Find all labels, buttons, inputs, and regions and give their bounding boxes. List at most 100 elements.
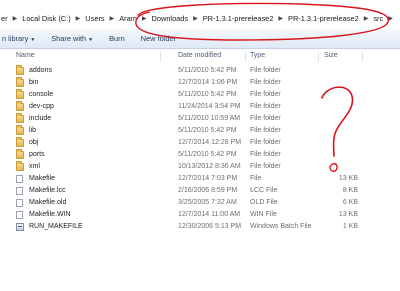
file-name: include [29, 115, 52, 122]
folder-icon [16, 113, 24, 123]
file-date: 2/16/2006 8:59 PM [178, 187, 238, 194]
breadcrumb-item[interactable]: Users [84, 14, 105, 23]
file-date: 12/30/2006 5:13 PM [178, 223, 242, 230]
file-date: 5/11/2010 5:42 PM [178, 127, 237, 134]
command-toolbar: n library ▼ Share with ▼ Burn New folder [0, 29, 400, 49]
chevron-right-icon[interactable]: ▶ [106, 15, 119, 22]
file-row[interactable]: Makefile.old 3/25/2005 7:32 AM OLD File … [0, 198, 400, 209]
file-date: 5/11/2010 10:59 AM [178, 115, 241, 122]
burn-button[interactable]: Burn [109, 34, 125, 43]
file-type: File folder [250, 163, 281, 170]
file-name: addons [29, 67, 52, 74]
column-divider[interactable] [318, 52, 319, 62]
breadcrumb-item[interactable]: Downloads [151, 14, 190, 23]
file-icon [16, 199, 23, 207]
file-size: 13 KB [338, 175, 358, 182]
file-name: Makefile.WIN [29, 211, 71, 218]
column-header-size[interactable]: Size [324, 52, 338, 59]
breadcrumb-item[interactable]: Local Disk (C:) [21, 14, 71, 23]
file-type: WIN File [250, 211, 277, 218]
folder-icon [16, 101, 24, 111]
file-row[interactable]: Makefile.WIN 12/7/2014 11:00 AM WIN File… [0, 210, 400, 221]
file-date: 11/24/2014 3:54 PM [178, 103, 241, 110]
file-type: OLD File [250, 199, 278, 206]
column-divider[interactable] [245, 52, 246, 62]
chevron-right-icon[interactable]: ▶ [72, 15, 85, 22]
share-with-button[interactable]: Share with ▼ [51, 34, 93, 43]
file-type: File folder [250, 67, 281, 74]
folder-icon [16, 149, 24, 159]
file-date: 5/11/2010 5:42 PM [178, 91, 237, 98]
file-name: bin [29, 79, 39, 86]
chevron-down-icon: ▼ [88, 37, 94, 43]
file-date: 12/7/2014 11:00 AM [178, 211, 241, 218]
file-row[interactable]: obj 12/7/2014 12:28 PM File folder [0, 137, 400, 149]
file-row[interactable]: Makefile.lcc 2/16/2006 8:59 PM LCC File … [0, 186, 400, 197]
breadcrumb-item[interactable]: PR-1.3.1-prerelease2 [202, 14, 275, 23]
folder-icon [16, 161, 24, 171]
file-row[interactable]: ports 5/11/2010 5:42 PM File folder [0, 149, 400, 161]
file-type: LCC File [250, 187, 278, 194]
file-size: 8 KB [342, 187, 358, 194]
file-type: File folder [250, 91, 281, 98]
file-row[interactable]: include 5/11/2010 10:59 AM File folder [0, 113, 400, 125]
column-header-row: Name Date modified Type Size [0, 52, 400, 63]
file-type: File folder [250, 103, 281, 110]
chevron-right-icon[interactable]: ▶ [189, 15, 202, 22]
file-type: File folder [250, 115, 281, 122]
chevron-down-icon: ▼ [30, 37, 36, 43]
file-row[interactable]: bin 12/7/2014 1:06 PM File folder [0, 77, 400, 89]
include-in-library-button[interactable]: n library ▼ [2, 34, 35, 43]
chevron-right-icon[interactable]: ▶ [384, 15, 397, 22]
folder-icon [16, 125, 24, 135]
breadcrumb-item[interactable]: er [0, 14, 9, 23]
column-header-date-modified[interactable]: Date modified [178, 52, 221, 59]
breadcrumb-item[interactable]: Aram [118, 14, 138, 23]
breadcrumb-item[interactable]: PR-1.3.1-prerelease2 [287, 14, 360, 23]
file-icon [16, 211, 23, 219]
file-row[interactable]: lib 5/11/2010 5:42 PM File folder [0, 125, 400, 137]
share-label: Share with [51, 34, 87, 43]
breadcrumb: er ▶ Local Disk (C:) ▶ Users ▶ Aram ▶ Do… [0, 12, 397, 24]
file-size: 13 KB [338, 211, 358, 218]
file-date: 10/13/2012 8:36 AM [178, 163, 241, 170]
chevron-right-icon[interactable]: ▶ [138, 15, 151, 22]
chevron-right-icon[interactable]: ▶ [274, 15, 287, 22]
file-date: 12/7/2014 7:03 PM [178, 175, 238, 182]
file-type: File folder [250, 139, 281, 146]
file-row[interactable]: Makefile 12/7/2014 7:03 PM File 13 KB [0, 174, 400, 185]
folder-icon [16, 89, 24, 99]
file-name: Makefile [29, 175, 56, 182]
file-name: ports [29, 151, 45, 158]
file-name: obj [29, 139, 39, 146]
column-divider[interactable] [160, 52, 161, 62]
file-name: Makefile.old [29, 199, 67, 206]
file-date: 5/11/2010 5:42 PM [178, 151, 237, 158]
file-name: RUN_MAKEFILE [29, 223, 83, 230]
file-name: Makefile.lcc [29, 187, 66, 194]
file-date: 5/11/2010 5:42 PM [178, 67, 237, 74]
chevron-right-icon[interactable]: ▶ [360, 15, 373, 22]
file-row[interactable]: addons 5/11/2010 5:42 PM File folder [0, 65, 400, 77]
chevron-right-icon[interactable]: ▶ [9, 15, 22, 22]
file-row[interactable]: xml 10/13/2012 8:36 AM File folder [0, 161, 400, 173]
column-header-name[interactable]: Name [16, 52, 35, 59]
file-size: 1 KB [342, 223, 358, 230]
file-name: console [29, 91, 54, 98]
folder-icon [16, 137, 24, 147]
column-header-type[interactable]: Type [250, 52, 265, 59]
folder-icon [16, 65, 24, 75]
file-icon [16, 187, 23, 195]
file-name: dev-cpp [29, 103, 54, 110]
file-row[interactable]: dev-cpp 11/24/2014 3:54 PM File folder [0, 101, 400, 113]
new-folder-button[interactable]: New folder [141, 34, 176, 43]
file-row[interactable]: RUN_MAKEFILE 12/30/2006 5:13 PM Windows … [0, 222, 400, 233]
file-date: 12/7/2014 12:28 PM [178, 139, 242, 146]
batch-file-icon [16, 223, 24, 231]
file-name: lib [29, 127, 37, 134]
file-type: File [250, 175, 262, 182]
file-date: 3/25/2005 7:32 AM [178, 199, 237, 206]
column-divider[interactable] [362, 52, 363, 62]
breadcrumb-item[interactable]: src [372, 14, 384, 23]
file-row[interactable]: console 5/11/2010 5:42 PM File folder [0, 89, 400, 101]
